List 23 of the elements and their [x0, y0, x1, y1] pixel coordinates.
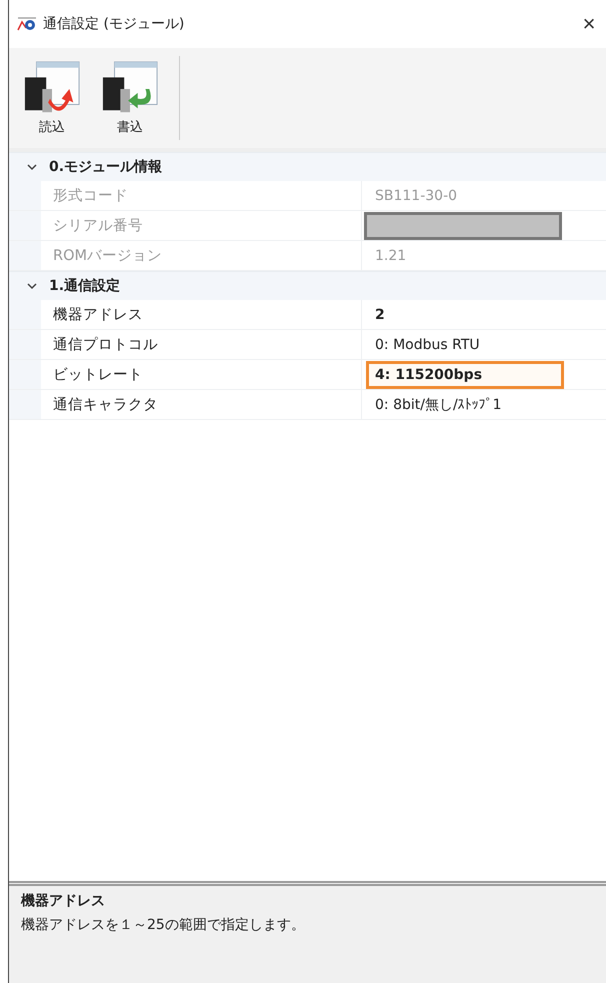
description-title: 機器アドレス [21, 892, 106, 910]
property-value[interactable]: 0: 8bit/無し/ｽﾄｯﾌﾟ1 [366, 390, 511, 420]
category-header[interactable]: 0.モジュール情報 [9, 152, 606, 181]
read-button[interactable]: 読込 [17, 58, 87, 138]
property-name[interactable]: 機器アドレス [41, 300, 362, 329]
property-row[interactable]: ビットレート 4: 115200bps [9, 360, 606, 390]
property-row[interactable]: 通信プロトコル 0: Modbus RTU [9, 330, 606, 360]
property-name[interactable]: 通信キャラクタ [41, 390, 362, 419]
property-name[interactable]: 通信プロトコル [41, 330, 362, 359]
write-button[interactable]: 書込 [95, 58, 165, 138]
property-value[interactable]: 0: Modbus RTU [366, 330, 489, 358]
app-logo-icon [17, 16, 37, 32]
category-title: 1.通信設定 [49, 277, 120, 295]
description-text: 機器アドレスを１～25の範囲で指定します。 [21, 916, 306, 934]
close-button[interactable]: × [571, 6, 606, 42]
property-value[interactable]: 4: 115200bps [366, 360, 564, 388]
property-row[interactable]: 機器アドレス 2 [9, 300, 606, 330]
property-value[interactable]: 2 [366, 300, 394, 328]
property-row[interactable]: 通信キャラクタ 0: 8bit/無し/ｽﾄｯﾌﾟ1 [9, 390, 606, 420]
property-name[interactable]: ビットレート [41, 360, 362, 389]
category-title: 0.モジュール情報 [49, 158, 162, 176]
window-title: 通信設定 (モジュール) [43, 15, 186, 33]
category-header[interactable]: 1.通信設定 [9, 271, 606, 300]
